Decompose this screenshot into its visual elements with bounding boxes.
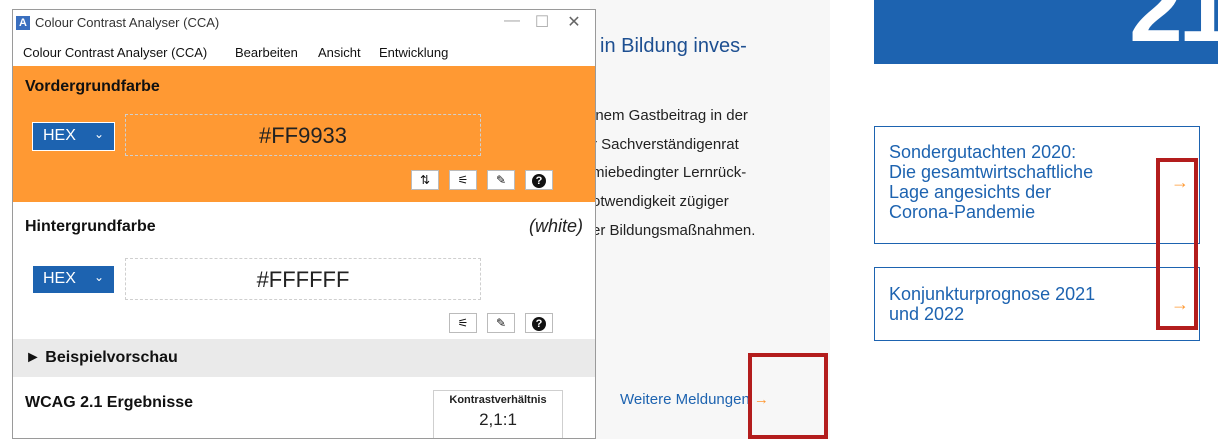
news-headline[interactable]: in Bildung inves- — [600, 33, 747, 59]
eyedropper-icon[interactable]: ✎ — [487, 313, 515, 333]
background-title: Hintergrundfarbe — [25, 218, 156, 235]
teaser-sondergutachten[interactable]: Sondergutachten 2020: Die gesamtwirtscha… — [874, 126, 1200, 244]
header-banner: 21 — [874, 0, 1218, 64]
more-news-link[interactable]: Weitere Meldungen → — [620, 391, 769, 408]
sliders-icon[interactable]: ⚟ — [449, 170, 477, 190]
background-hex-input[interactable]: #FFFFFF — [125, 258, 481, 300]
background-section: Hintergrundfarbe (white) HEX ⌄ #FFFFFF ⚟… — [13, 202, 595, 333]
preview-toggle[interactable]: ► Beispielvorschau — [25, 349, 178, 367]
banner-number: 21 — [1129, 0, 1218, 62]
minimize-icon[interactable]: — — [497, 12, 527, 30]
eyedropper-icon[interactable]: ✎ — [487, 170, 515, 190]
menu-entwicklung[interactable]: Entwicklung — [379, 45, 448, 60]
teaser-title-line: Lage angesichts der — [889, 182, 1052, 202]
preview-label: Beispielvorschau — [45, 349, 178, 366]
title-bar[interactable]: A Colour Contrast Analyser (CCA) — ☐ ✕ — [13, 10, 595, 40]
highlight-box-more-link — [748, 353, 828, 439]
background-color-name: (white) — [528, 216, 583, 236]
article-text-line: er Bildungsmaßnahmen. — [592, 222, 756, 239]
menu-app[interactable]: Colour Contrast Analyser (CCA) — [23, 45, 207, 60]
swap-icon[interactable]: ⇅ — [411, 170, 439, 190]
article-text-line: inem Gastbeitrag in der — [592, 107, 748, 124]
foreground-hex-input[interactable]: #FF9933 — [125, 114, 481, 156]
window-title: Colour Contrast Analyser (CCA) — [35, 15, 220, 30]
menu-bar: Colour Contrast Analyser (CCA) Bearbeite… — [13, 42, 595, 64]
foreground-section: Vordergrundfarbe HEX ⌄ #FF9933 ⇅ ⚟ ✎ ? — [13, 66, 595, 202]
help-icon[interactable]: ? — [525, 170, 553, 190]
article-text-line: miebedingter Lernrück- — [592, 164, 747, 181]
highlight-box-teaser-arrows — [1156, 158, 1198, 330]
article-text-line: otwendigkeit zügiger — [592, 193, 729, 210]
foreground-format-select[interactable]: HEX ⌄ — [32, 122, 115, 151]
format-value: HEX — [43, 270, 76, 287]
teaser-title[interactable]: Konjunkturprognose 2021 und 2022 — [889, 284, 1095, 324]
cca-window: A Colour Contrast Analyser (CCA) — ☐ ✕ C… — [12, 9, 596, 439]
foreground-title: Vordergrundfarbe — [25, 78, 160, 95]
contrast-ratio-box: Kontrastverhältnis 2,1:1 — [433, 390, 563, 438]
chevron-down-icon: ⌄ — [93, 270, 104, 284]
format-value: HEX — [43, 127, 76, 144]
more-news-link-label[interactable]: Weitere Meldungen — [620, 391, 750, 408]
results-title: WCAG 2.1 Ergebnisse — [25, 394, 194, 411]
maximize-icon[interactable]: ☐ — [527, 12, 557, 32]
menu-ansicht[interactable]: Ansicht — [318, 45, 361, 60]
article-text-line: r Sachverständigenrat — [592, 136, 739, 153]
teaser-title-line: Corona-Pandemie — [889, 202, 1036, 222]
teaser-title-line: Sondergutachten 2020: — [889, 142, 1077, 162]
teaser-title-line: Die gesamtwirtschaftliche — [889, 162, 1094, 182]
teaser-title[interactable]: Sondergutachten 2020: Die gesamtwirtscha… — [889, 142, 1093, 222]
contrast-ratio-label: Kontrastverhältnis — [449, 394, 547, 406]
triangle-right-icon: ► — [25, 349, 41, 366]
preview-section[interactable]: ► Beispielvorschau — [13, 339, 595, 377]
cca-logo-icon: A — [16, 16, 30, 30]
results-section: WCAG 2.1 Ergebnisse Kontrastverhältnis 2… — [13, 378, 595, 438]
background-format-select[interactable]: HEX ⌄ — [32, 265, 115, 294]
menu-bearbeiten[interactable]: Bearbeiten — [235, 45, 298, 60]
close-icon[interactable]: ✕ — [559, 12, 589, 32]
contrast-ratio-value: 2,1:1 — [479, 410, 517, 429]
teaser-title-line: und 2022 — [889, 304, 965, 324]
sliders-icon[interactable]: ⚟ — [449, 313, 477, 333]
teaser-konjunkturprognose[interactable]: Konjunkturprognose 2021 und 2022 → — [874, 267, 1200, 341]
help-icon[interactable]: ? — [525, 313, 553, 333]
chevron-down-icon: ⌄ — [93, 127, 104, 141]
teaser-title-line: Konjunkturprognose 2021 — [889, 284, 1096, 304]
